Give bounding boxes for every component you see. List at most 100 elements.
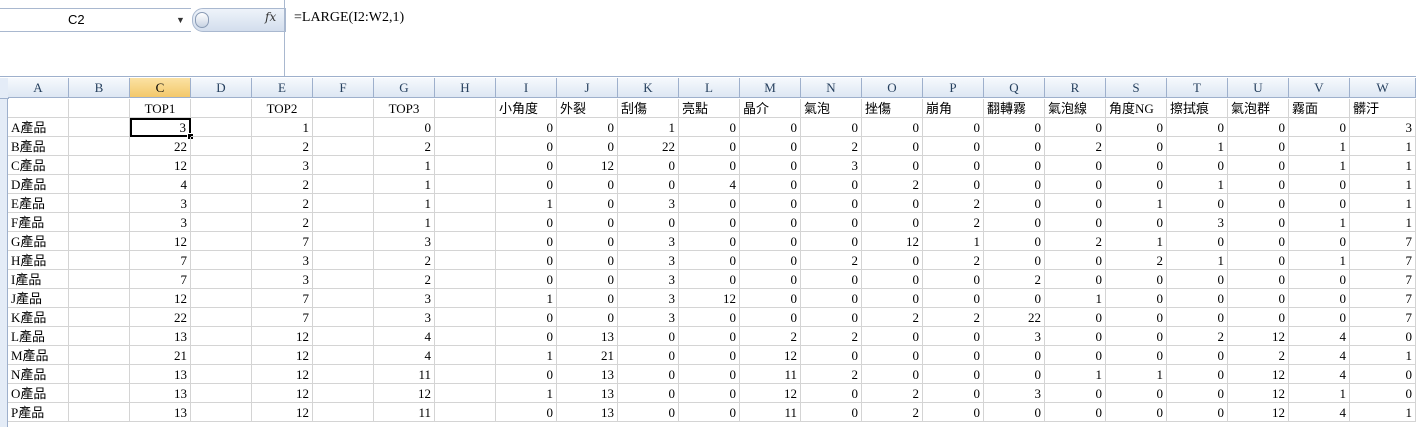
cell-w17[interactable]: 1 [1350,403,1416,422]
cell-a14[interactable]: M產品 [8,346,69,365]
cell-p2[interactable]: 0 [923,118,984,137]
cell-q3[interactable]: 0 [984,137,1045,156]
cell-o4[interactable]: 0 [862,156,923,175]
cell-q1[interactable]: 翻轉霧 [984,99,1045,118]
cell-n14[interactable]: 0 [801,346,862,365]
cell-m13[interactable]: 2 [740,327,801,346]
cell-d3[interactable] [191,137,252,156]
cell-j1[interactable]: 外裂 [557,99,618,118]
cell-a15[interactable]: N產品 [8,365,69,384]
cell-u1[interactable]: 氣泡群 [1228,99,1289,118]
cell-e11[interactable]: 7 [252,289,313,308]
cell-v5[interactable]: 0 [1289,175,1350,194]
cell-b17[interactable] [69,403,130,422]
cell-w1[interactable]: 髒汙 [1350,99,1416,118]
cell-i12[interactable]: 0 [496,308,557,327]
cell-r6[interactable]: 0 [1045,194,1106,213]
cell-p6[interactable]: 2 [923,194,984,213]
cell-l16[interactable]: 0 [679,384,740,403]
cell-t8[interactable]: 0 [1167,232,1228,251]
cell-k2[interactable]: 1 [618,118,679,137]
cell-o9[interactable]: 0 [862,251,923,270]
cell-l4[interactable]: 0 [679,156,740,175]
cell-e17[interactable]: 12 [252,403,313,422]
cell-g13[interactable]: 4 [374,327,435,346]
cell-v13[interactable]: 4 [1289,327,1350,346]
cell-f16[interactable] [313,384,374,403]
cell-g11[interactable]: 3 [374,289,435,308]
cell-t10[interactable]: 0 [1167,270,1228,289]
cell-c10[interactable]: 7 [130,270,191,289]
cell-n4[interactable]: 3 [801,156,862,175]
name-box[interactable]: C2 ▼ [0,8,191,32]
cell-v3[interactable]: 1 [1289,137,1350,156]
cell-l1[interactable]: 亮點 [679,99,740,118]
cell-p13[interactable]: 0 [923,327,984,346]
cell-k6[interactable]: 3 [618,194,679,213]
cell-d5[interactable] [191,175,252,194]
cell-g7[interactable]: 1 [374,213,435,232]
cell-r13[interactable]: 0 [1045,327,1106,346]
cell-q2[interactable]: 0 [984,118,1045,137]
cell-w3[interactable]: 1 [1350,137,1416,156]
cell-l14[interactable]: 0 [679,346,740,365]
cell-l12[interactable]: 0 [679,308,740,327]
cell-t1[interactable]: 擦拭痕 [1167,99,1228,118]
cell-e15[interactable]: 12 [252,365,313,384]
cell-q10[interactable]: 2 [984,270,1045,289]
cell-q15[interactable]: 0 [984,365,1045,384]
cell-w12[interactable]: 7 [1350,308,1416,327]
cell-f5[interactable] [313,175,374,194]
column-header-t[interactable]: T [1167,78,1228,98]
cell-b6[interactable] [69,194,130,213]
cell-r10[interactable]: 0 [1045,270,1106,289]
column-header-s[interactable]: S [1106,78,1167,98]
cell-p1[interactable]: 崩角 [923,99,984,118]
cell-b7[interactable] [69,213,130,232]
cell-q7[interactable]: 0 [984,213,1045,232]
cell-f13[interactable] [313,327,374,346]
cell-w9[interactable]: 7 [1350,251,1416,270]
cell-h7[interactable] [435,213,496,232]
cell-j10[interactable]: 0 [557,270,618,289]
cell-r12[interactable]: 0 [1045,308,1106,327]
cell-t6[interactable]: 0 [1167,194,1228,213]
cell-b9[interactable] [69,251,130,270]
cell-m1[interactable]: 晶介 [740,99,801,118]
cell-d16[interactable] [191,384,252,403]
cell-h13[interactable] [435,327,496,346]
cell-j6[interactable]: 0 [557,194,618,213]
cell-f11[interactable] [313,289,374,308]
cell-o3[interactable]: 0 [862,137,923,156]
cell-n15[interactable]: 2 [801,365,862,384]
cell-s16[interactable]: 0 [1106,384,1167,403]
cell-e14[interactable]: 12 [252,346,313,365]
cell-f9[interactable] [313,251,374,270]
cell-o2[interactable]: 0 [862,118,923,137]
cell-i16[interactable]: 1 [496,384,557,403]
column-header-w[interactable]: W [1350,78,1416,98]
column-header-d[interactable]: D [191,78,252,98]
cell-b11[interactable] [69,289,130,308]
cell-f6[interactable] [313,194,374,213]
cell-h16[interactable] [435,384,496,403]
cell-s12[interactable]: 0 [1106,308,1167,327]
cell-a7[interactable]: F產品 [8,213,69,232]
cell-g1[interactable]: TOP3 [374,99,435,118]
cell-f8[interactable] [313,232,374,251]
cell-h11[interactable] [435,289,496,308]
cell-m2[interactable]: 0 [740,118,801,137]
cell-p12[interactable]: 2 [923,308,984,327]
cell-q14[interactable]: 0 [984,346,1045,365]
cell-r11[interactable]: 1 [1045,289,1106,308]
cell-m17[interactable]: 11 [740,403,801,422]
cell-v2[interactable]: 0 [1289,118,1350,137]
cell-p17[interactable]: 0 [923,403,984,422]
column-header-f[interactable]: F [313,78,374,98]
cell-b8[interactable] [69,232,130,251]
column-header-i[interactable]: I [496,78,557,98]
cell-v15[interactable]: 4 [1289,365,1350,384]
cell-i13[interactable]: 0 [496,327,557,346]
cell-t9[interactable]: 1 [1167,251,1228,270]
cell-v4[interactable]: 1 [1289,156,1350,175]
